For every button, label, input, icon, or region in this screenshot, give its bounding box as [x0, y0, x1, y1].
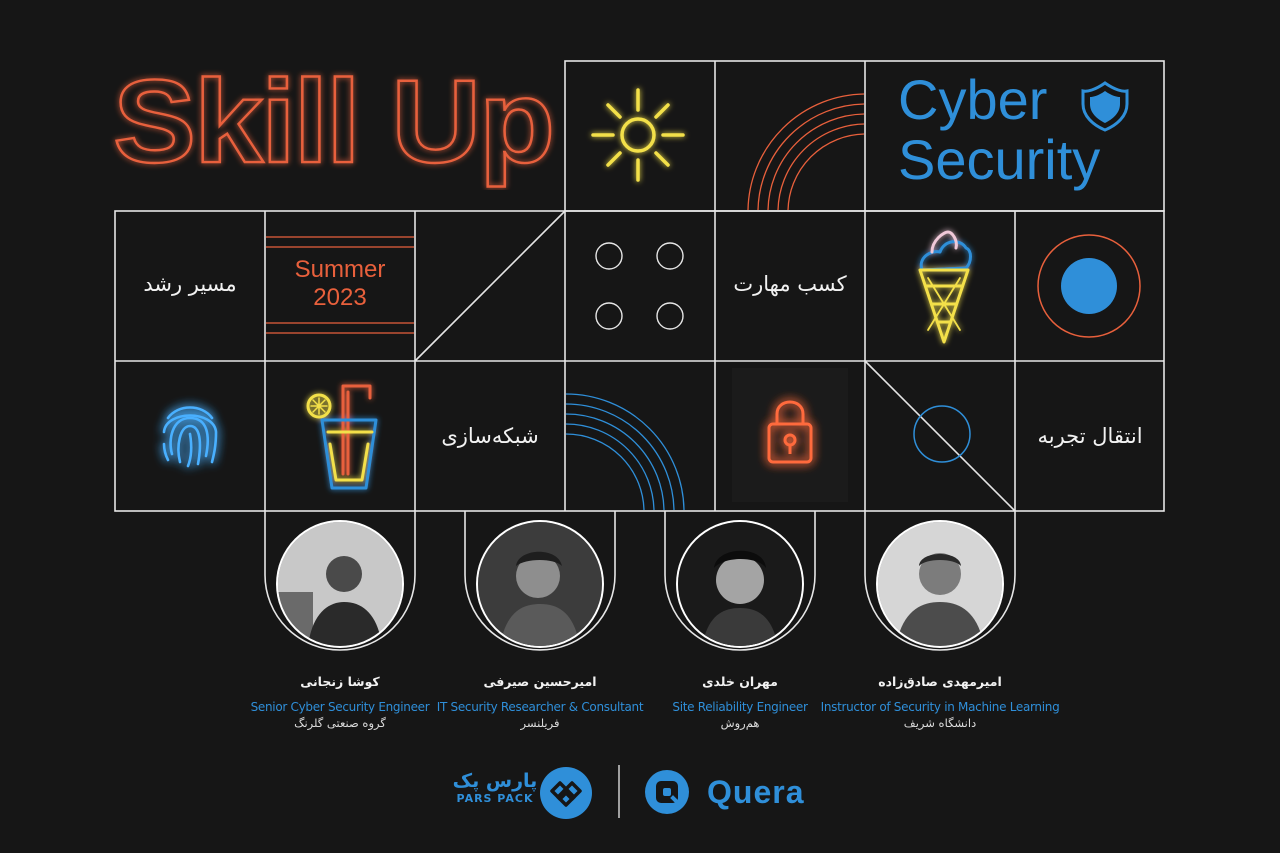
experience-transfer-label: انتقال تجربه [1037, 424, 1143, 448]
speaker-3-photo [678, 522, 802, 646]
cyber-security-heading: Cyber Security [898, 68, 1101, 198]
networking-label: شبکه‌سازی [441, 424, 539, 448]
speaker-3-role: Site Reliability Engineer [672, 700, 808, 714]
shield-icon [1081, 81, 1129, 132]
speaker-2-org: فریلنسر [520, 716, 560, 730]
summer-text: Summer [294, 256, 386, 283]
speaker-3-name: مهران خلدی [702, 674, 778, 689]
summer-2023-label: Summer 2023 [266, 256, 414, 312]
drink-glass-icon [306, 384, 378, 490]
speaker-3-org: هم‌روش [720, 716, 760, 730]
speaker-1-photo [278, 522, 402, 646]
year-text: 2023 [313, 284, 367, 311]
security-text: Security [898, 128, 1101, 191]
cyber-text: Cyber [898, 68, 1048, 131]
svg-text:Skill Up: Skill Up [113, 56, 553, 188]
parspack-logo[interactable]: پارس پک PARS PACK [452, 770, 538, 806]
speaker-2-photo [478, 522, 602, 646]
speaker-3-info: مهران خلدی Site Reliability Engineer هم‌… [640, 674, 840, 730]
quera-logo[interactable]: Quera [707, 773, 804, 811]
speaker-4-info: امیرمهدی صادق‌زاده Instructor of Securit… [820, 674, 1060, 730]
speaker-1-role: Senior Cyber Security Engineer [250, 700, 430, 714]
ice-cream-icon [918, 230, 972, 344]
parspack-logo-icon [540, 767, 592, 819]
four-circles-decoration [595, 242, 684, 330]
small-blue-circle [913, 405, 971, 463]
quera-logo-icon [645, 770, 689, 814]
speaker-1-name: کوشا زنجانی [300, 674, 380, 689]
speaker-2-role: IT Security Researcher & Consultant [436, 700, 644, 714]
sun-icon [591, 88, 685, 182]
speaker-2-name: امیرحسین صیرفی [483, 674, 597, 689]
parspack-en-text: PARS PACK [456, 792, 534, 805]
speaker-2-info: امیرحسین صیرفی IT Security Researcher & … [430, 674, 650, 730]
speaker-4-name: امیرمهدی صادق‌زاده [878, 674, 1002, 689]
title-skill-up: Skill Up [112, 55, 556, 189]
parspack-fa-text: پارس پک [452, 770, 538, 792]
speaker-4-photo [878, 522, 1002, 646]
speaker-1-org: گروه صنعتی گلرنگ [294, 716, 386, 730]
skill-gain-label: کسب مهارت [733, 272, 847, 296]
quera-text: Quera [707, 774, 805, 810]
target-circle-decoration [1037, 234, 1141, 338]
poster: Skill Up Cyber Security Summer 2023 مسیر… [0, 0, 1280, 853]
speaker-4-role: Instructor of Security in Machine Learni… [820, 700, 1060, 714]
speaker-1-info: کوشا زنجانی Senior Cyber Security Engine… [240, 674, 440, 730]
speaker-4-org: دانشگاه شریف [903, 716, 977, 730]
fingerprint-icon [162, 406, 218, 468]
growth-path-label: مسیر رشد [143, 272, 237, 296]
